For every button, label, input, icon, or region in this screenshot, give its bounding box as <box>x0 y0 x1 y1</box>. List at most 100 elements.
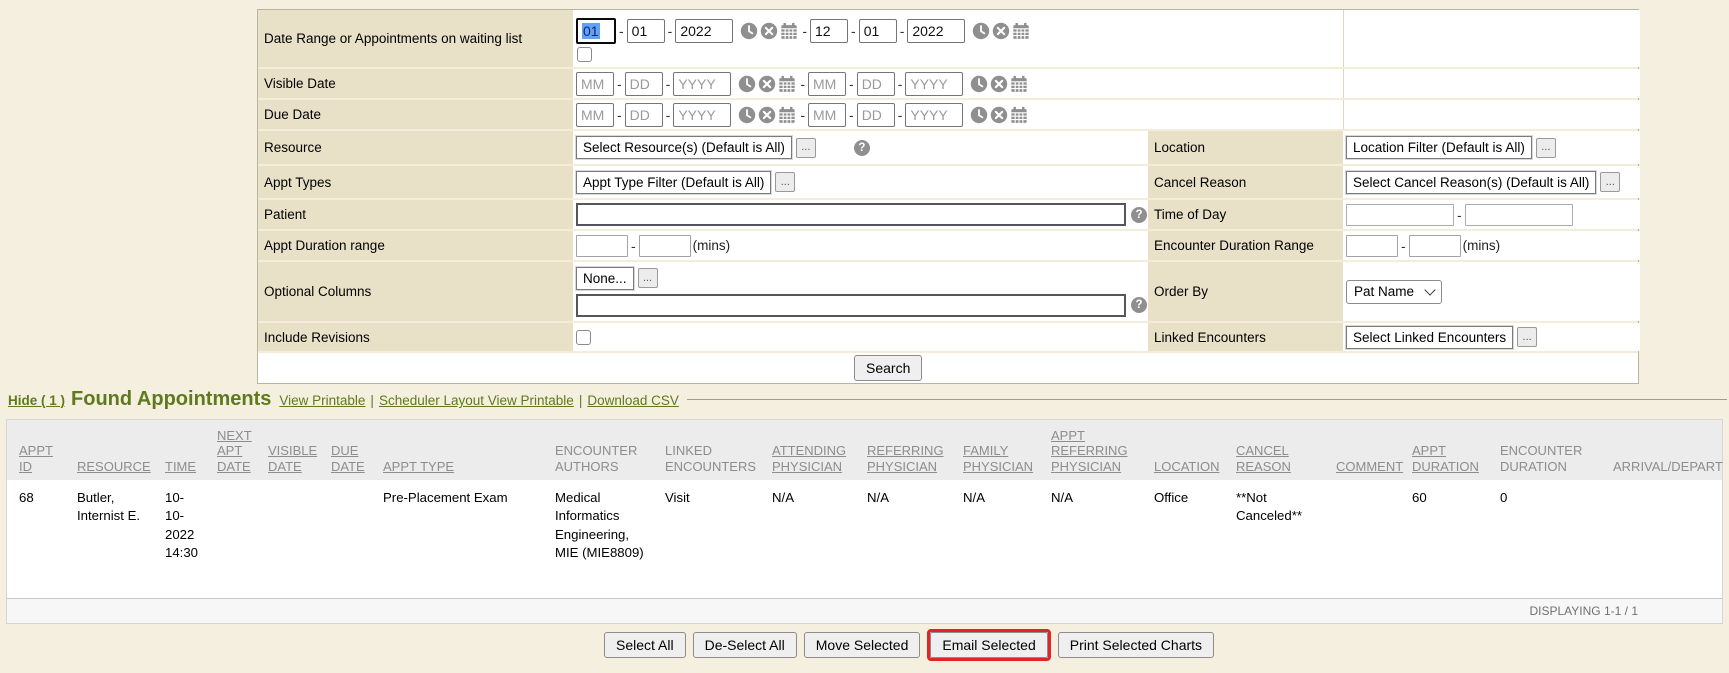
view-printable-link[interactable]: View Printable <box>279 393 365 408</box>
col-appt-referring-physician[interactable]: APPT REFERRING PHYSICIAN <box>1039 420 1142 480</box>
appt-duration-to-input[interactable] <box>639 235 691 257</box>
col-appt-type[interactable]: APPT TYPE <box>371 420 543 480</box>
due-date-start-day-input[interactable] <box>625 103 663 127</box>
col-next-apt-date[interactable]: NEXT APT DATE <box>205 420 256 480</box>
date-separator: - <box>617 76 622 92</box>
patient-help-icon[interactable]: ? <box>1131 207 1147 223</box>
col-visible-date[interactable]: VISIBLE DATE <box>256 420 319 480</box>
col-family-physician[interactable]: FAMILY PHYSICIAN <box>951 420 1039 480</box>
resource-filter-button[interactable]: Select Resource(s) (Default is All) <box>576 136 792 159</box>
table-row[interactable]: 68 Butler, Internist E. 10-10-2022 14:30… <box>7 480 1722 598</box>
visible-date-start-month-input[interactable] <box>576 72 614 96</box>
email-selected-button[interactable]: Email Selected <box>930 632 1047 658</box>
cell-appt-id: 68 <box>7 480 65 598</box>
col-comment[interactable]: COMMENT <box>1324 420 1400 480</box>
calendar-icon[interactable] <box>778 106 796 124</box>
include-revisions-checkbox[interactable] <box>576 330 591 345</box>
date-range-start-day-input[interactable] <box>627 19 665 43</box>
date-range-start-month-input[interactable]: 01 <box>576 18 616 44</box>
clear-icon[interactable] <box>758 75 776 93</box>
calendar-icon[interactable] <box>1010 106 1028 124</box>
appt-duration-from-input[interactable] <box>576 235 628 257</box>
visible-date-start-year-input[interactable] <box>673 72 731 96</box>
due-date-start-month-input[interactable] <box>576 103 614 127</box>
col-location[interactable]: LOCATION <box>1142 420 1224 480</box>
waiting-list-checkbox[interactable] <box>577 47 592 62</box>
clock-icon[interactable] <box>738 75 756 93</box>
select-all-button[interactable]: Select All <box>604 632 686 658</box>
calendar-icon[interactable] <box>778 75 796 93</box>
appt-type-more-button[interactable]: ... <box>775 172 795 192</box>
resource-more-button[interactable]: ... <box>796 138 816 158</box>
clear-icon[interactable] <box>990 75 1008 93</box>
col-appt-id[interactable]: APPT ID <box>7 420 65 480</box>
clock-icon[interactable] <box>970 106 988 124</box>
date-separator: - <box>666 107 671 123</box>
clock-icon[interactable] <box>970 75 988 93</box>
location-more-button[interactable]: ... <box>1536 138 1556 158</box>
calendar-icon[interactable] <box>1010 75 1028 93</box>
patient-input[interactable] <box>576 203 1126 226</box>
visible-date-field: - - - - - <box>573 69 1343 98</box>
due-date-end-year-input[interactable] <box>905 103 963 127</box>
clear-icon[interactable] <box>758 106 776 124</box>
hide-link[interactable]: Hide ( 1 ) <box>8 393 65 408</box>
time-of-day-to-input[interactable] <box>1465 204 1573 226</box>
found-appointments-title: Found Appointments <box>71 388 271 411</box>
date-range-start-year-input[interactable] <box>675 19 733 43</box>
visible-date-end-year-input[interactable] <box>905 72 963 96</box>
time-of-day-from-input[interactable] <box>1346 204 1454 226</box>
download-csv-link[interactable]: Download CSV <box>587 393 679 408</box>
clock-icon[interactable] <box>738 106 756 124</box>
visible-date-start-day-input[interactable] <box>625 72 663 96</box>
resource-help-icon[interactable]: ? <box>854 140 870 156</box>
calendar-icon[interactable] <box>780 22 798 40</box>
col-encounter-authors: ENCOUNTER AUTHORS <box>543 420 653 480</box>
due-date-start-year-input[interactable] <box>673 103 731 127</box>
order-by-select[interactable]: Pat Name <box>1346 280 1442 304</box>
cell-resource: Butler, Internist E. <box>65 480 153 598</box>
location-filter-button[interactable]: Location Filter (Default is All) <box>1346 136 1532 159</box>
calendar-icon[interactable] <box>1012 22 1030 40</box>
col-referring-physician[interactable]: REFERRING PHYSICIAN <box>855 420 951 480</box>
clock-icon[interactable] <box>972 22 990 40</box>
date-range-end-year-input[interactable] <box>907 19 965 43</box>
clock-icon[interactable] <box>740 22 758 40</box>
linked-encounters-button[interactable]: Select Linked Encounters <box>1346 326 1513 349</box>
clear-icon[interactable] <box>760 22 778 40</box>
clear-icon[interactable] <box>990 106 1008 124</box>
cancel-reason-filter-button[interactable]: Select Cancel Reason(s) (Default is All) <box>1346 171 1596 194</box>
include-revisions-label: Include Revisions <box>258 323 573 351</box>
search-button[interactable]: Search <box>854 355 922 381</box>
col-resource[interactable]: RESOURCE <box>65 420 153 480</box>
optional-columns-more-button[interactable]: ... <box>638 268 658 288</box>
visible-date-end-day-input[interactable] <box>857 72 895 96</box>
col-attending-physician[interactable]: ATTENDING PHYSICIAN <box>760 420 855 480</box>
date-range-end-month-input[interactable] <box>810 19 848 43</box>
col-appt-duration[interactable]: APPT DURATION <box>1400 420 1488 480</box>
encounter-duration-to-input[interactable] <box>1409 235 1461 257</box>
encounter-duration-from-input[interactable] <box>1346 235 1398 257</box>
deselect-all-button[interactable]: De-Select All <box>693 632 797 658</box>
cancel-reason-more-button[interactable]: ... <box>1600 172 1620 192</box>
clear-icon[interactable] <box>992 22 1010 40</box>
col-cancel-reason[interactable]: CANCEL REASON <box>1224 420 1324 480</box>
found-appointments-legend: Hide ( 1 ) Found Appointments View Print… <box>8 388 1727 411</box>
optional-columns-help-icon[interactable]: ? <box>1131 297 1147 313</box>
visible-date-end-month-input[interactable] <box>808 72 846 96</box>
due-date-end-month-input[interactable] <box>808 103 846 127</box>
cell-comment <box>1324 480 1400 598</box>
optional-columns-input[interactable] <box>576 294 1126 317</box>
appt-type-filter-button[interactable]: Appt Type Filter (Default is All) <box>576 171 771 194</box>
range-separator: - <box>802 23 807 39</box>
date-separator: - <box>851 23 856 39</box>
scheduler-layout-link[interactable]: Scheduler Layout View Printable <box>379 393 574 408</box>
move-selected-button[interactable]: Move Selected <box>804 632 921 658</box>
date-range-end-day-input[interactable] <box>859 19 897 43</box>
col-due-date[interactable]: DUE DATE <box>319 420 371 480</box>
due-date-end-day-input[interactable] <box>857 103 895 127</box>
linked-encounters-more-button[interactable]: ... <box>1517 327 1537 347</box>
print-selected-charts-button[interactable]: Print Selected Charts <box>1058 632 1214 658</box>
optional-columns-button[interactable]: None... <box>576 267 634 290</box>
col-time[interactable]: TIME <box>153 420 205 480</box>
